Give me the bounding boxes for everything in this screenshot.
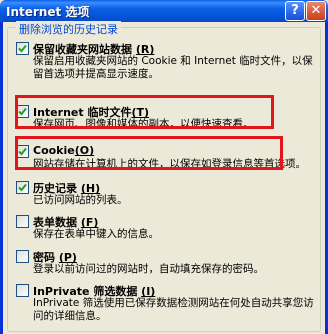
passwords-desc: 登录以前访问过的网站时，自动填充保存的密码。 — [33, 263, 264, 275]
keep-favorites-checkbox[interactable] — [16, 42, 29, 55]
inprivate-desc: InPrivate 筛选使用已保存数据检测网站在何处自动共享您访问的详细信息。 — [33, 297, 314, 322]
window-title: Internet 选项 — [6, 5, 90, 19]
internet-options-window: Internet 选项 ? ✕ 删除浏览的历史记录 保留收藏夹网站数据 (R) … — [0, 0, 328, 334]
close-button[interactable]: ✕ — [306, 1, 326, 21]
group-title: 删除浏览的历史记录 — [16, 21, 121, 37]
highlight-temp-files — [15, 95, 274, 129]
inprivate-checkbox[interactable] — [16, 284, 29, 297]
keep-favorites-desc: 保留启用收藏夹网站的 Cookie 和 Internet 临时文件，以保留首选项… — [33, 55, 313, 80]
history-desc: 已访问网站的列表。 — [33, 194, 128, 206]
checkmark-icon — [18, 44, 27, 53]
help-button[interactable]: ? — [285, 1, 305, 21]
history-checkbox[interactable] — [16, 181, 29, 194]
form-data-desc: 保存在表单中键入的信息。 — [33, 228, 159, 240]
form-data-checkbox[interactable] — [16, 215, 29, 228]
title-bar[interactable]: Internet 选项 ? ✕ — [0, 0, 328, 22]
delete-history-group: 删除浏览的历史记录 保留收藏夹网站数据 (R) 保留启用收藏夹网站的 Cooki… — [7, 21, 321, 332]
passwords-checkbox[interactable] — [16, 250, 29, 263]
checkmark-icon — [18, 183, 27, 192]
highlight-cookies — [15, 136, 283, 170]
dialog-body: 删除浏览的历史记录 保留收藏夹网站数据 (R) 保留启用收藏夹网站的 Cooki… — [3, 21, 325, 334]
